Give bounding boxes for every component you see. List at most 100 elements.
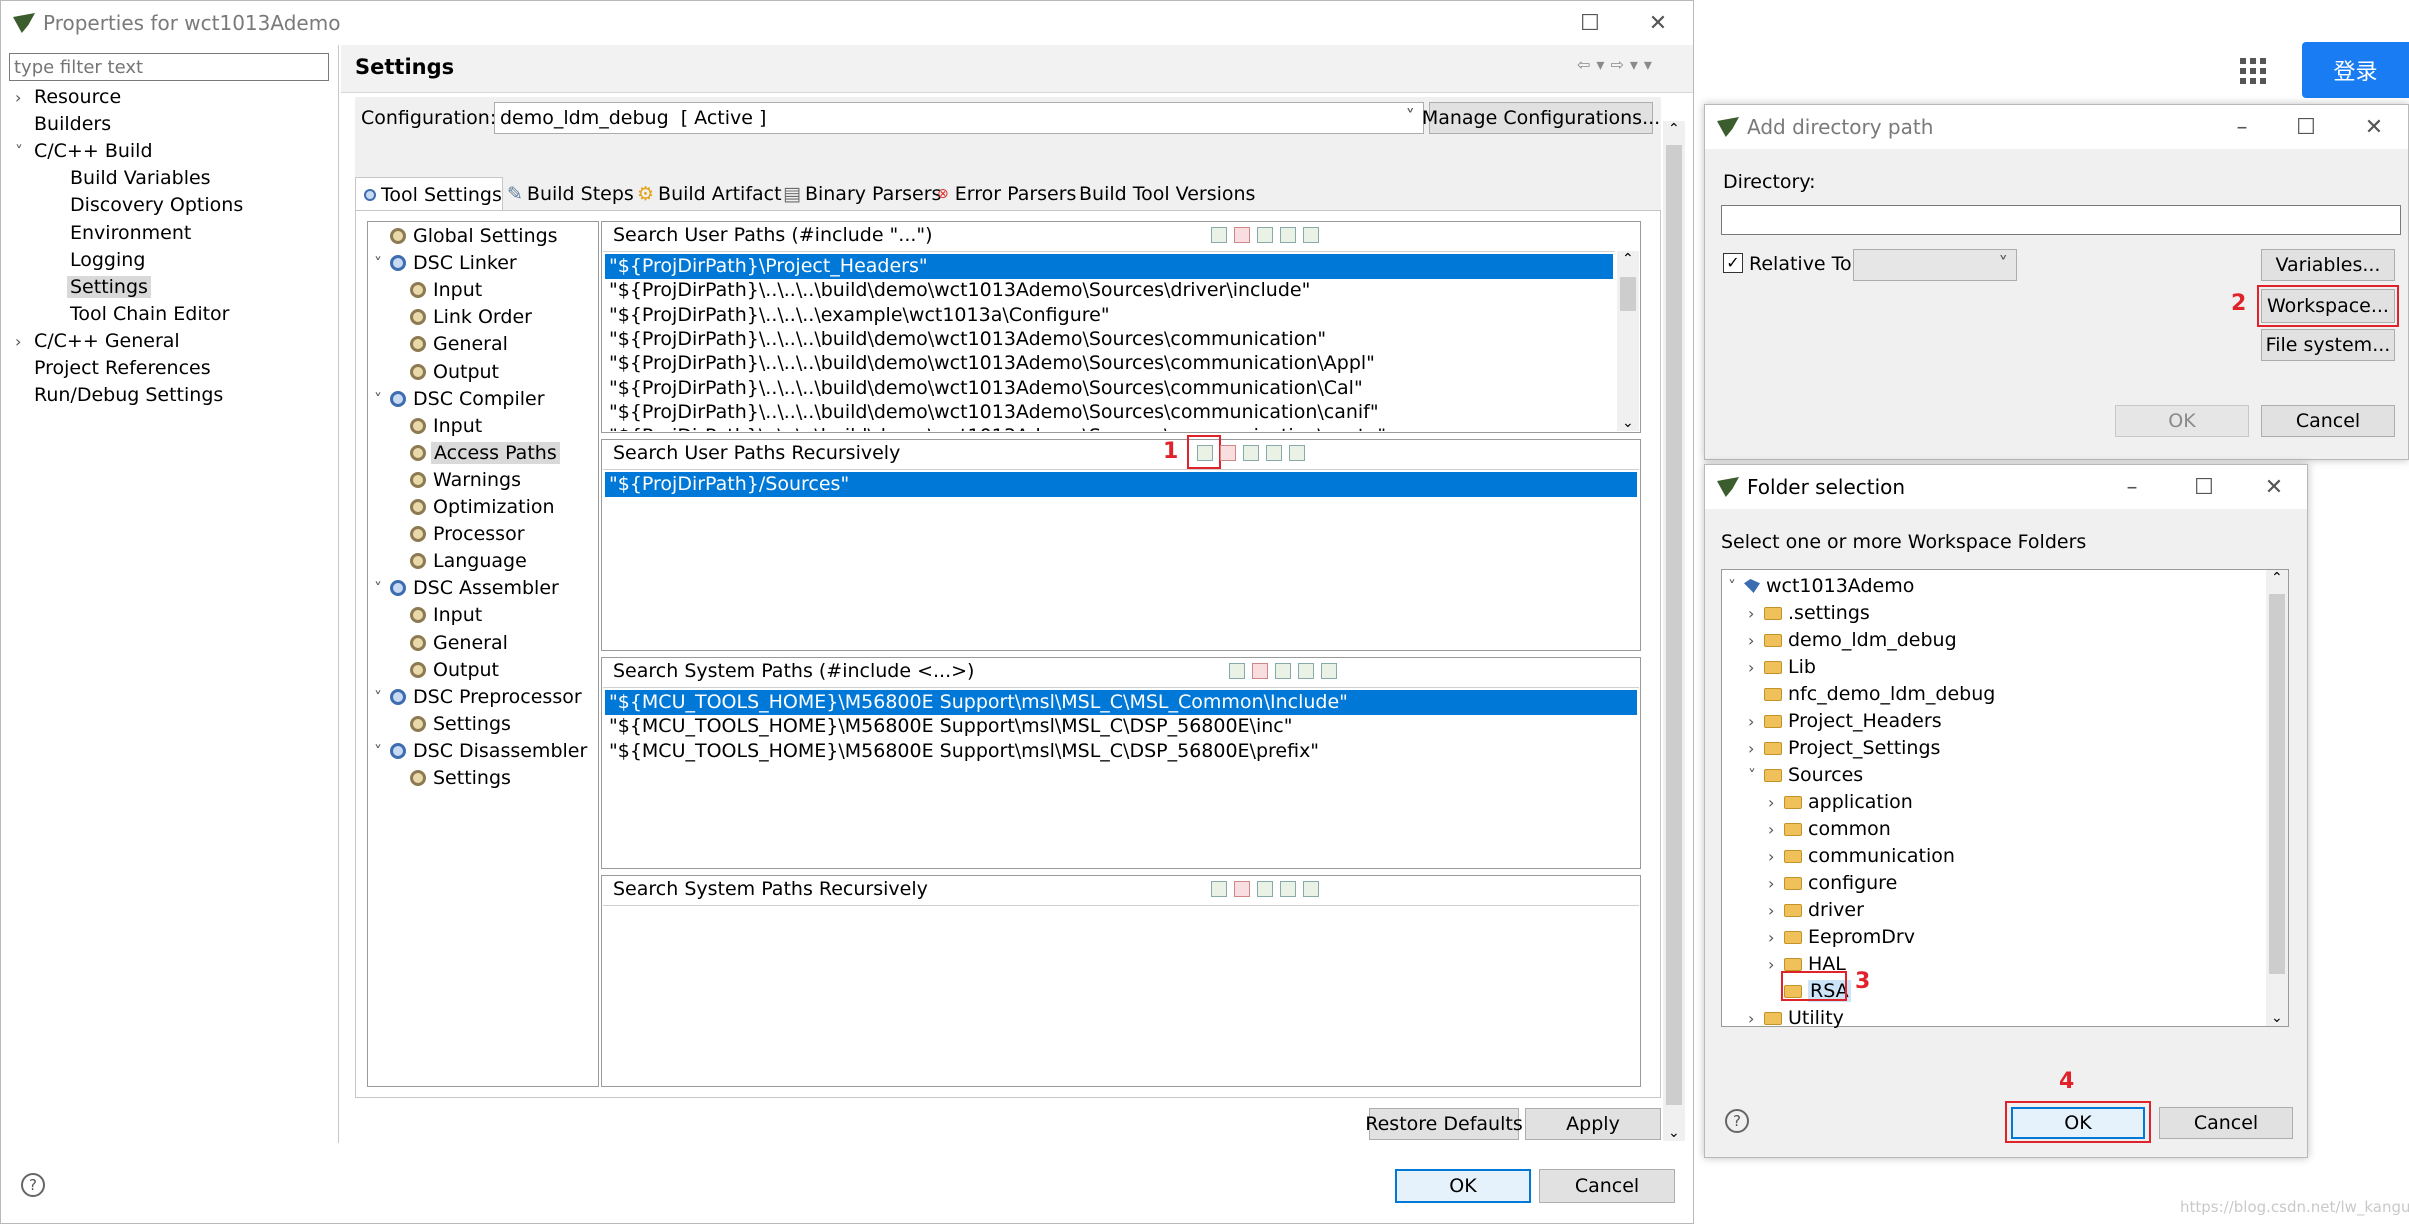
folder-twisty-icon[interactable]: ˅ [1748, 763, 1764, 788]
folder-twisty-icon[interactable]: › [1748, 736, 1764, 761]
folder-twisty-icon[interactable]: › [1768, 898, 1784, 923]
path-list-item[interactable]: "${ProjDirPath}/Sources" [605, 472, 1637, 497]
edit-path-icon[interactable] [1275, 663, 1291, 679]
tool-tree-item[interactable]: Settings [394, 712, 513, 737]
move-down-icon[interactable] [1303, 881, 1319, 897]
configuration-select[interactable]: demo_ldm_debug [ Active ] ˅ [494, 102, 1424, 134]
folder-tree-item[interactable]: › EepromDrv [1768, 925, 1915, 950]
dialog-ok-button[interactable]: OK [2115, 405, 2249, 437]
relative-to-select[interactable]: ˅ [1853, 249, 2017, 281]
folder-tree-item[interactable]: ˅ Sources [1748, 763, 1863, 788]
move-up-icon[interactable] [1266, 445, 1282, 461]
tool-tree-item[interactable]: ˅ DSC Disassembler [374, 739, 589, 764]
tool-tree-twisty-icon[interactable]: ˅ [374, 251, 390, 276]
nav-twisty-icon[interactable]: ˅ [15, 139, 31, 164]
folder-tree-item[interactable]: › configure [1768, 871, 1897, 896]
cancel-button[interactable]: Cancel [1539, 1169, 1675, 1203]
add-path-icon[interactable] [1229, 663, 1245, 679]
nav-item[interactable]: Builders [15, 112, 114, 137]
folder-tree-item[interactable]: › Lib [1748, 655, 1816, 680]
path-list-item[interactable]: "${ProjDirPath}\..\..\..\build\demo\wct1… [605, 376, 1613, 401]
folder-tree-item[interactable]: ˅ wct1013Ademo [1728, 574, 1914, 599]
move-up-icon[interactable] [1280, 227, 1296, 243]
folder-tree-item[interactable]: nfc_demo_ldm_debug [1748, 682, 1995, 707]
history-nav-icons[interactable]: ⇦▾⇨▾▾ [1577, 55, 1658, 74]
tool-tree-item[interactable]: Global Settings [374, 224, 560, 249]
chevron-up-icon[interactable]: ⌃ [1668, 121, 1680, 137]
tool-tree-item[interactable]: Processor [394, 522, 527, 547]
folder-tree-scrollbar[interactable]: ⌃ ⌄ [2266, 570, 2288, 1026]
tool-tree-item[interactable]: ˅ DSC Preprocessor [374, 685, 584, 710]
chevron-down-icon[interactable]: ⌄ [1622, 415, 1634, 431]
nav-item[interactable]: Discovery Options [51, 193, 246, 218]
path-list-item[interactable]: "${ProjDirPath}\..\..\..\build\demo\wct1… [605, 278, 1613, 303]
folder-tree-item[interactable]: › Project_Headers [1748, 709, 1942, 734]
file-system-button[interactable]: File system... [2261, 329, 2395, 361]
close-icon[interactable]: ✕ [2257, 471, 2291, 503]
edit-path-icon[interactable] [1257, 881, 1273, 897]
chevron-up-icon[interactable]: ⌃ [2271, 570, 2283, 586]
tool-tree-item[interactable]: Access Paths [394, 441, 560, 466]
nav-item[interactable]: › C/C++ General [15, 329, 183, 354]
apply-button[interactable]: Apply [1525, 1108, 1661, 1140]
login-button[interactable]: 登录 [2302, 42, 2409, 98]
path-list-item[interactable]: "${ProjDirPath}\..\..\..\example\wct1013… [605, 303, 1613, 328]
tool-tree-item[interactable]: Optimization [394, 495, 557, 520]
path-list-item[interactable]: "${ProjDirPath}\..\..\..\build\demo\wct1… [605, 424, 1613, 431]
folder-twisty-icon[interactable]: › [1768, 925, 1784, 950]
folder-twisty-icon[interactable]: › [1748, 1006, 1764, 1031]
maximize-icon[interactable]: ☐ [2289, 111, 2323, 143]
user-paths-toolbar[interactable] [1211, 227, 1319, 243]
folder-twisty-icon[interactable]: › [1768, 790, 1784, 815]
user-paths-scroll-thumb[interactable] [1620, 277, 1636, 311]
tool-tree-twisty-icon[interactable]: ˅ [374, 387, 390, 412]
tool-tree-item[interactable]: General [394, 332, 510, 357]
maximize-icon[interactable]: ☐ [1573, 7, 1607, 39]
tool-tree-item[interactable]: Warnings [394, 468, 523, 493]
nav-item[interactable]: Build Variables [51, 166, 214, 191]
close-icon[interactable]: ✕ [2357, 111, 2391, 143]
nav-item[interactable]: › Resource [15, 85, 124, 110]
folder-tree-scroll-thumb[interactable] [2269, 594, 2285, 974]
move-down-icon[interactable] [1289, 445, 1305, 461]
directory-input[interactable] [1721, 205, 2401, 235]
nav-item[interactable]: Environment [51, 221, 194, 246]
tab-tool-settings[interactable]: Tool Settings [355, 177, 503, 211]
folder-tree-item[interactable]: › demo_ldm_debug [1748, 628, 1957, 653]
folder-ok-button[interactable]: OK [2011, 1107, 2145, 1139]
folder-twisty-icon[interactable]: › [1768, 844, 1784, 869]
tab-error-parsers[interactable]: ⊗ Error Parsers [937, 177, 1076, 211]
tool-tree-item[interactable]: Input [394, 603, 484, 628]
dialog-cancel-button[interactable]: Cancel [2261, 405, 2395, 437]
workspace-button[interactable]: Workspace... [2261, 289, 2395, 323]
add-path-icon[interactable] [1211, 227, 1227, 243]
folder-twisty-icon[interactable]: › [1748, 709, 1764, 734]
nav-twisty-icon[interactable]: › [15, 329, 31, 354]
delete-path-icon[interactable] [1252, 663, 1268, 679]
folder-tree-item[interactable]: › Project_Settings [1748, 736, 1940, 761]
nav-item[interactable]: ˅ C/C++ Build [15, 139, 156, 164]
folder-twisty-icon[interactable]: ˅ [1728, 574, 1744, 599]
folder-twisty-icon[interactable]: › [1748, 601, 1764, 626]
path-list-item[interactable]: "${ProjDirPath}\Project_Headers" [605, 254, 1613, 279]
user-paths-scrollbar[interactable]: ⌃ ⌄ [1617, 251, 1639, 431]
tool-tree-item[interactable]: Input [394, 278, 484, 303]
folder-twisty-icon[interactable]: › [1748, 655, 1764, 680]
manage-configurations-button[interactable]: Manage Configurations... [1422, 102, 1660, 134]
nav-item[interactable]: Project References [15, 356, 214, 381]
path-list-item[interactable]: "${MCU_TOOLS_HOME}\M56800E Support\msl\M… [605, 714, 1637, 739]
folder-tree-item[interactable]: › driver [1768, 898, 1864, 923]
path-list-item[interactable]: "${ProjDirPath}\..\..\..\build\demo\wct1… [605, 351, 1613, 376]
tool-tree-twisty-icon[interactable]: ˅ [374, 739, 390, 764]
tool-tree-item[interactable]: ˅ DSC Linker [374, 251, 519, 276]
folder-twisty-icon[interactable]: › [1748, 628, 1764, 653]
maximize-icon[interactable]: ☐ [2187, 471, 2221, 503]
folder-tree-item[interactable]: › common [1768, 817, 1891, 842]
tool-tree-item[interactable]: Output [394, 658, 501, 683]
tab-build-artifact[interactable]: ⚙ Build Artifact [637, 177, 782, 211]
edit-path-icon[interactable] [1243, 445, 1259, 461]
path-list-item[interactable]: "${ProjDirPath}\..\..\..\build\demo\wct1… [605, 327, 1613, 352]
tool-tree-twisty-icon[interactable]: ˅ [374, 576, 390, 601]
folder-tree-item[interactable]: › Utility [1748, 1006, 1844, 1031]
chevron-down-icon[interactable]: ⌄ [2271, 1010, 2283, 1026]
